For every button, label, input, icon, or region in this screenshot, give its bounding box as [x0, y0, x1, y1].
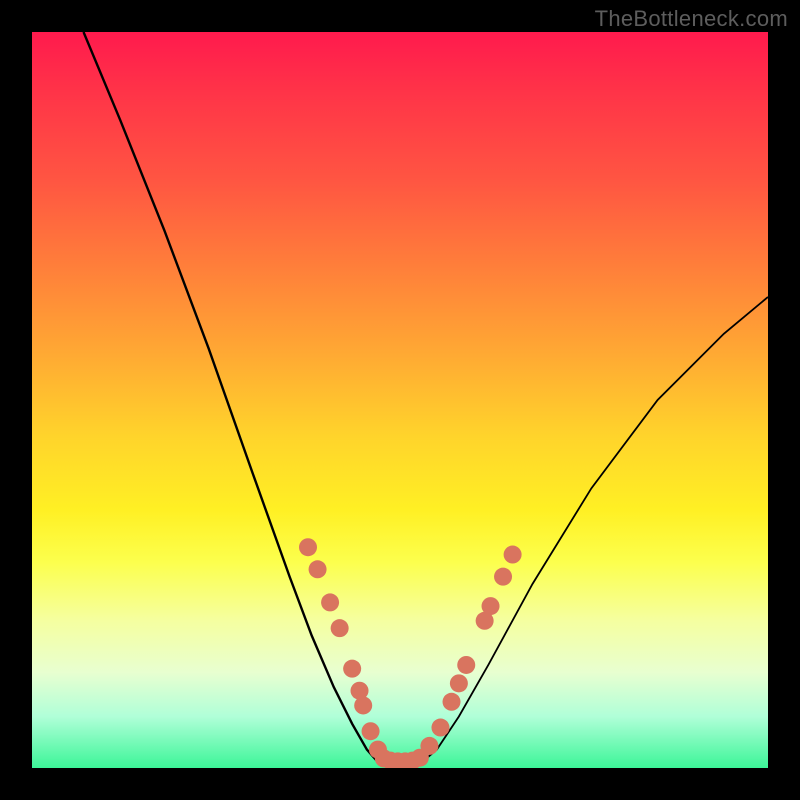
marker-dot: [431, 719, 449, 737]
marker-dot: [450, 674, 468, 692]
marker-dot: [343, 660, 361, 678]
marker-dot: [420, 737, 438, 755]
chart-svg: [32, 32, 768, 768]
marker-dot: [504, 546, 522, 564]
marker-dot: [494, 568, 512, 586]
marker-dot: [321, 593, 339, 611]
marker-dot: [331, 619, 349, 637]
curve-group: [84, 32, 768, 766]
marker-dot: [299, 538, 317, 556]
marker-dot: [443, 693, 461, 711]
curve-right-path: [422, 297, 768, 762]
chart-frame: TheBottleneck.com: [0, 0, 800, 800]
marker-dot: [362, 722, 380, 740]
plot-area: [32, 32, 768, 768]
curve-left-path: [84, 32, 378, 762]
marker-group: [299, 538, 522, 768]
marker-dot: [482, 597, 500, 615]
marker-dot: [309, 560, 327, 578]
watermark-text: TheBottleneck.com: [595, 6, 788, 32]
marker-dot: [457, 656, 475, 674]
marker-dot: [354, 696, 372, 714]
